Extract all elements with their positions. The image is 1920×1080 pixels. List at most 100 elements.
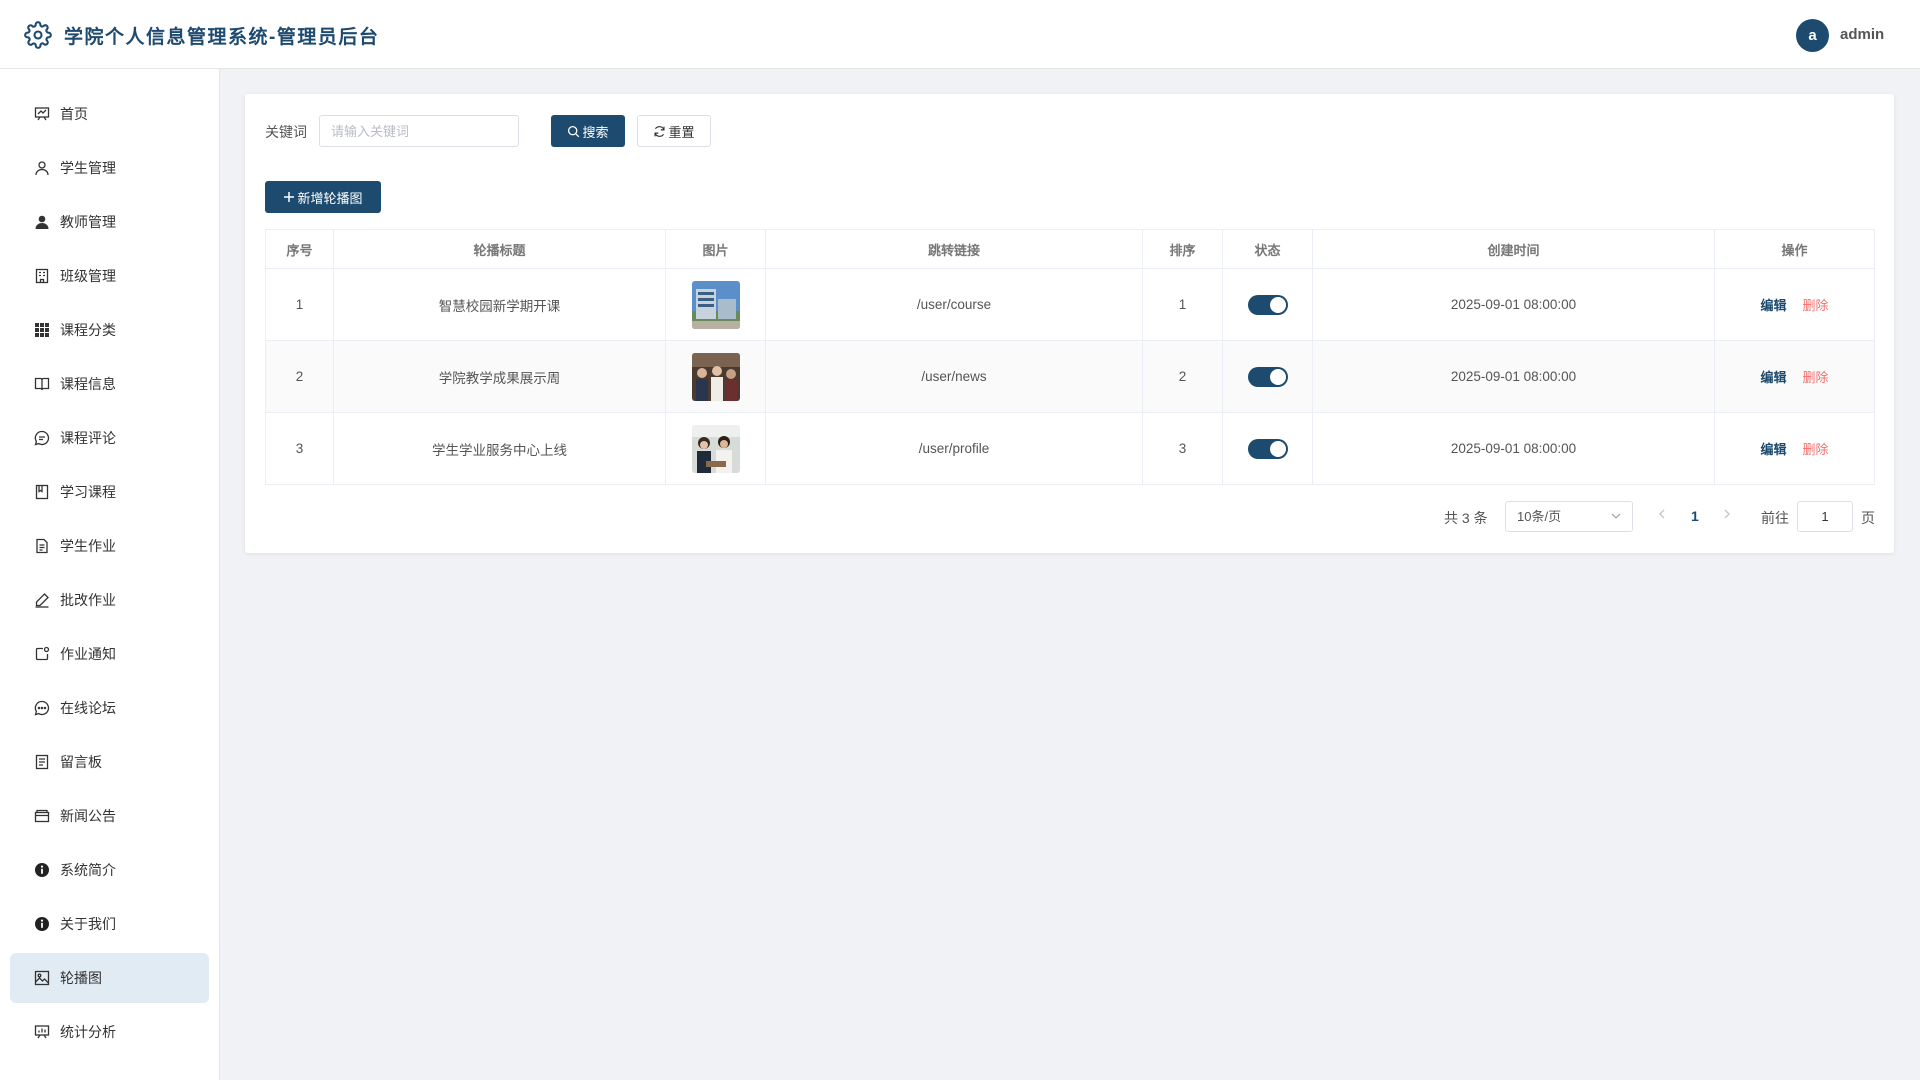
search-button[interactable]: 搜索: [551, 115, 625, 147]
edit-button[interactable]: 编辑: [1760, 370, 1786, 385]
page-size-select[interactable]: 10条/页: [1505, 501, 1633, 532]
reset-button[interactable]: 重置: [637, 115, 711, 147]
sidebar-item-about-us[interactable]: 关于我们: [10, 899, 209, 949]
add-carousel-button[interactable]: 新增轮播图: [265, 181, 381, 213]
sidebar-item-classes[interactable]: 班级管理: [10, 251, 209, 301]
column-header: 轮播标题: [333, 229, 666, 269]
sidebar-item-student-homework[interactable]: 学生作业: [10, 521, 209, 571]
sidebar-item-label: 关于我们: [60, 916, 116, 932]
sidebar-item-system-intro[interactable]: 系统简介: [10, 845, 209, 895]
delete-button[interactable]: 删除: [1803, 298, 1829, 313]
row-actions: 编辑 删除: [1714, 340, 1875, 413]
sidebar-item-study-courses[interactable]: 学习课程: [10, 467, 209, 517]
table-header-row: 序号 轮播标题 图片 跳转链接 排序 状态 创建时间 操作: [265, 229, 1875, 269]
reset-button-label: 重置: [668, 124, 695, 140]
delete-button[interactable]: 删除: [1803, 442, 1829, 457]
document-icon: [34, 538, 50, 554]
carousel-thumbnail[interactable]: [691, 352, 740, 401]
goto-label: 前往: [1761, 510, 1789, 526]
chevron-right-icon: [1724, 509, 1730, 519]
prev-page-button[interactable]: [1657, 507, 1667, 524]
pagination-total: 共 3 条: [1444, 510, 1488, 526]
carousel-thumbnail[interactable]: [691, 424, 740, 473]
carousel-thumbnail[interactable]: [691, 280, 740, 329]
row-status-cell: [1222, 340, 1313, 413]
row-index: 3: [265, 412, 334, 485]
delete-button[interactable]: 删除: [1803, 370, 1829, 385]
status-toggle[interactable]: [1247, 294, 1288, 315]
row-index: 1: [265, 268, 334, 341]
page-suffix-label: 页: [1861, 510, 1875, 526]
sidebar-item-grade-homework[interactable]: 批改作业: [10, 575, 209, 625]
sidebar-item-forum[interactable]: 在线论坛: [10, 683, 209, 733]
sidebar-item-label: 新闻公告: [60, 808, 116, 824]
row-sort: 3: [1142, 412, 1223, 485]
row-created: 2025-09-01 08:00:00: [1312, 340, 1715, 413]
chevron-down-icon: [1610, 502, 1622, 541]
sidebar-item-home[interactable]: 首页: [10, 89, 209, 139]
toggle-knob: [1269, 296, 1286, 313]
sidebar-item-label: 统计分析: [60, 1024, 116, 1040]
sidebar-item-course-category[interactable]: 课程分类: [10, 305, 209, 355]
sidebar-item-teachers[interactable]: 教师管理: [10, 197, 209, 247]
column-header: 图片: [665, 229, 766, 269]
sidebar-item-message-board[interactable]: 留言板: [10, 737, 209, 787]
sidebar-item-label: 批改作业: [60, 592, 116, 608]
edit-button[interactable]: 编辑: [1760, 442, 1786, 457]
user-avatar[interactable]: a: [1796, 19, 1829, 52]
sidebar-item-course-info[interactable]: 课程信息: [10, 359, 209, 409]
row-title: 学院教学成果展示周: [333, 340, 666, 413]
sidebar-item-homework-notice[interactable]: 作业通知: [10, 629, 209, 679]
notebook-icon: [34, 484, 50, 500]
sidebar-item-label: 在线论坛: [60, 700, 116, 716]
table-row: 2 学院教学成果展示周 /user/news 2 2025-09-01 08:0…: [265, 340, 1875, 413]
sidebar-item-news[interactable]: 新闻公告: [10, 791, 209, 841]
row-created: 2025-09-01 08:00:00: [1312, 268, 1715, 341]
sidebar-item-label: 课程信息: [60, 376, 116, 392]
sidebar-item-label: 学习课程: [60, 484, 116, 500]
carousel-table: 序号 轮播标题 图片 跳转链接 排序 状态 创建时间 操作 1 智慧校园新学期开…: [265, 229, 1875, 485]
row-image-cell: [665, 268, 766, 341]
row-title: 学生学业服务中心上线: [333, 412, 666, 485]
next-page-button[interactable]: [1722, 507, 1732, 524]
building-icon: [34, 268, 50, 284]
current-page-number[interactable]: 1: [1691, 508, 1699, 524]
status-toggle[interactable]: [1247, 366, 1288, 387]
notice-icon: [34, 646, 50, 662]
status-toggle[interactable]: [1247, 438, 1288, 459]
user-outline-icon: [34, 160, 50, 176]
sidebar-item-course-comments[interactable]: 课程评论: [10, 413, 209, 463]
wallet-icon: [34, 808, 50, 824]
sidebar-item-students[interactable]: 学生管理: [10, 143, 209, 193]
sidebar-item-label: 留言板: [60, 754, 102, 770]
search-icon: [568, 125, 580, 137]
user-filled-icon: [34, 214, 50, 230]
username[interactable]: admin: [1840, 26, 1884, 43]
keyword-search-input[interactable]: [319, 115, 519, 147]
sidebar-item-label: 作业通知: [60, 646, 116, 662]
goto-page-input[interactable]: [1797, 501, 1853, 532]
row-actions: 编辑 删除: [1714, 412, 1875, 485]
sidebar-item-label: 班级管理: [60, 268, 116, 284]
comment-icon: [34, 430, 50, 446]
row-status-cell: [1222, 412, 1313, 485]
table-row: 3 学生学业服务中心上线 /user/profile 3 2025-09-01 …: [265, 412, 1875, 485]
sidebar-item-statistics[interactable]: 统计分析: [10, 1007, 209, 1057]
data-board-icon: [34, 1024, 50, 1040]
gear-icon: [24, 21, 52, 49]
sidebar-item-carousel[interactable]: 轮播图: [10, 953, 209, 1003]
table-row: 1 智慧校园新学期开课 /user/course 1 2025-09-01 08…: [265, 268, 1875, 341]
book-icon: [34, 376, 50, 392]
edit-pen-icon: [34, 592, 50, 608]
column-header: 跳转链接: [765, 229, 1143, 269]
plus-icon: [284, 192, 295, 202]
sidebar-item-label: 系统简介: [60, 862, 116, 878]
column-header: 状态: [1222, 229, 1313, 269]
sidebar-item-label: 课程分类: [60, 322, 116, 338]
edit-button[interactable]: 编辑: [1760, 298, 1786, 313]
sidebar-item-label: 轮播图: [60, 970, 102, 986]
grid-icon: [34, 322, 50, 338]
sidebar-item-label: 首页: [60, 106, 88, 122]
column-header: 序号: [265, 229, 334, 269]
row-sort: 1: [1142, 268, 1223, 341]
